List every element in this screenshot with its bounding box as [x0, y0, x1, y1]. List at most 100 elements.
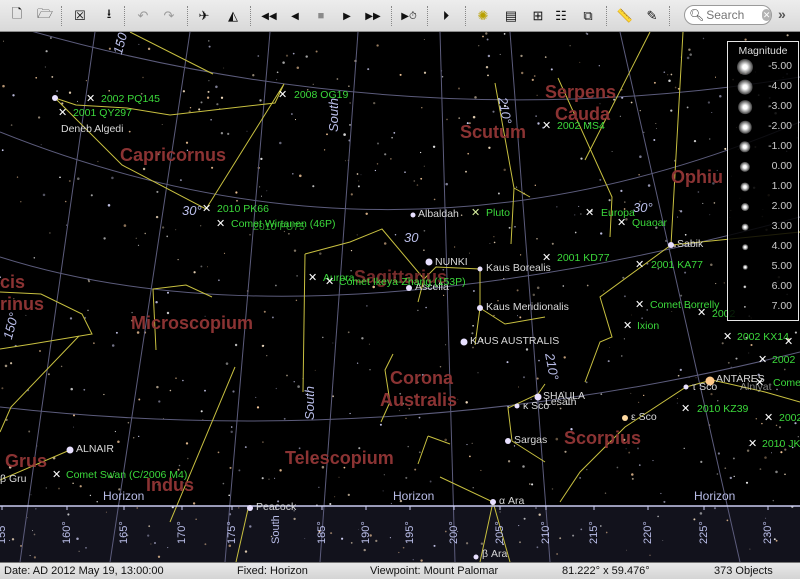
object-marker-icon[interactable]: ✕: [635, 260, 644, 271]
list-view-button[interactable]: ☷: [550, 5, 572, 27]
object-label[interactable]: Pluto: [486, 207, 510, 219]
object-label[interactable]: 2002 KX14: [737, 331, 789, 343]
object-marker-icon[interactable]: ✕: [635, 300, 644, 311]
object-marker-icon[interactable]: ✕: [278, 90, 287, 101]
object-label[interactable]: Quaoar: [632, 217, 667, 229]
hierarchy-button[interactable]: ⊞: [527, 5, 549, 27]
object-label[interactable]: 2002 MS4: [557, 120, 605, 132]
object-label[interactable]: Comet Swan (C/2006 M4): [66, 469, 187, 481]
object-marker-icon[interactable]: ✕: [764, 413, 773, 424]
background-star: [117, 440, 120, 443]
object-label[interactable]: 2001 QY297: [73, 107, 132, 119]
toolbar-separator: [669, 6, 670, 26]
object-label[interactable]: 2010 JK: [762, 438, 800, 450]
object-marker-icon[interactable]: ✕: [723, 332, 732, 343]
star-label[interactable]: Deneb Algedi: [61, 123, 123, 135]
object-marker-icon[interactable]: ✕: [784, 337, 793, 348]
save-document-button[interactable]: ⭳: [98, 5, 120, 27]
object-marker-icon[interactable]: ✕: [758, 355, 767, 366]
background-star: [538, 513, 541, 516]
object-marker-icon[interactable]: ✕: [748, 439, 757, 450]
fast-forward-icon: ▶▶: [365, 10, 381, 22]
star-label[interactable]: κ Sco: [523, 400, 549, 412]
object-marker-icon[interactable]: ✕: [623, 321, 632, 332]
object-marker-icon[interactable]: ✕: [542, 253, 551, 264]
sky-chart-button[interactable]: ✺: [472, 5, 494, 27]
open-document-button[interactable]: 🗁: [34, 5, 56, 27]
measure-tool-button[interactable]: 📏: [614, 5, 636, 27]
object-label[interactable]: 2010 PK66: [217, 203, 269, 215]
object-marker-icon[interactable]: ✕: [86, 94, 95, 105]
search-field[interactable]: 🔍︎ ✕: [684, 5, 772, 25]
object-marker-icon[interactable]: ✕: [755, 378, 764, 389]
object-marker-icon[interactable]: ✕: [681, 404, 690, 415]
object-label[interactable]: Comet Ikeya-Zhang (153P): [339, 276, 466, 288]
background-star: [204, 543, 207, 546]
star-label[interactable]: KAUS AUSTRALIS: [470, 335, 559, 347]
star-label[interactable]: ε Sco: [631, 411, 657, 423]
star-label[interactable]: Lesath: [545, 396, 577, 408]
background-star: [33, 533, 36, 536]
star-label[interactable]: NUNKI: [435, 256, 468, 268]
background-star: [761, 422, 763, 425]
star-label[interactable]: Sargas: [514, 434, 547, 446]
windows-button[interactable]: ⧉: [577, 5, 599, 27]
object-label[interactable]: 2002: [779, 412, 800, 424]
object-label[interactable]: Ixion: [637, 320, 659, 332]
background-star: [563, 356, 566, 359]
stop-button[interactable]: ■: [310, 5, 332, 27]
telescope-slew-button[interactable]: ✈: [193, 5, 215, 27]
background-star: [536, 237, 538, 240]
background-star: [405, 476, 408, 479]
object-label[interactable]: 2001 KA77: [651, 259, 703, 271]
object-marker-icon[interactable]: ✕: [308, 273, 317, 284]
telescope-sync-button[interactable]: ◭: [222, 5, 244, 27]
clear-search-icon[interactable]: ✕: [762, 9, 771, 21]
star-label[interactable]: τ Sco: [692, 381, 717, 393]
star-label[interactable]: Sabik: [677, 238, 703, 250]
set-time-now-button[interactable]: ▶⏱: [398, 5, 420, 27]
fast-reverse-button[interactable]: ◀◀: [258, 5, 280, 27]
notes-button[interactable]: ✎: [641, 5, 663, 27]
step-forward-button[interactable]: ▶: [336, 5, 358, 27]
object-marker-icon[interactable]: ✕: [585, 208, 594, 219]
star-label[interactable]: β Ara: [482, 548, 507, 560]
star-label[interactable]: Albaldah: [418, 208, 459, 220]
data-table-button[interactable]: ▤: [500, 5, 522, 27]
sky-chart-view[interactable]: Capricornus Scutum Serpens Cauda Ophiu S…: [0, 32, 800, 562]
object-marker-icon[interactable]: ✕: [58, 108, 67, 119]
object-label[interactable]: 2010 FU75: [253, 221, 305, 233]
object-label[interactable]: Comet Borrelly: [650, 299, 719, 311]
star-label[interactable]: Kaus Meridionalis: [486, 301, 569, 313]
object-label[interactable]: 2002: [772, 354, 795, 366]
background-star: [200, 410, 203, 413]
object-marker-icon[interactable]: ✕: [617, 218, 626, 229]
slideshow-button[interactable]: ⏵: [435, 5, 457, 27]
object-marker-icon[interactable]: ✕: [471, 208, 480, 219]
background-star: [620, 189, 623, 193]
new-document-button[interactable]: 🗋: [6, 5, 28, 27]
undo-button[interactable]: ↶: [132, 5, 154, 27]
object-label[interactable]: 2002 PQ145: [101, 93, 160, 105]
redo-button[interactable]: ↷: [158, 5, 180, 27]
legend-value: -4.00: [768, 80, 792, 92]
star-label[interactable]: α Ara: [499, 495, 524, 507]
star-label[interactable]: β Gru: [0, 473, 26, 485]
object-label[interactable]: 2001 KD77: [557, 252, 610, 264]
object-marker-icon[interactable]: ✕: [697, 308, 706, 319]
fast-forward-button[interactable]: ▶▶: [362, 5, 384, 27]
star-label[interactable]: Peacock: [256, 501, 296, 513]
object-marker-icon[interactable]: ✕: [325, 277, 334, 288]
object-marker-icon[interactable]: ✕: [216, 219, 225, 230]
toolbar-overflow-button[interactable]: »: [778, 6, 786, 22]
step-reverse-button[interactable]: ◀: [284, 5, 306, 27]
object-marker-icon[interactable]: ✕: [542, 121, 551, 132]
object-marker-icon[interactable]: ✕: [52, 470, 61, 481]
search-input[interactable]: [704, 8, 761, 22]
object-label[interactable]: Comet: [773, 377, 800, 389]
object-marker-icon[interactable]: ✕: [202, 204, 211, 215]
background-star: [26, 517, 28, 519]
object-label[interactable]: 2010 KZ39: [697, 403, 748, 415]
close-document-button[interactable]: ☒: [69, 5, 91, 27]
star-label[interactable]: ALNAIR: [76, 443, 114, 455]
